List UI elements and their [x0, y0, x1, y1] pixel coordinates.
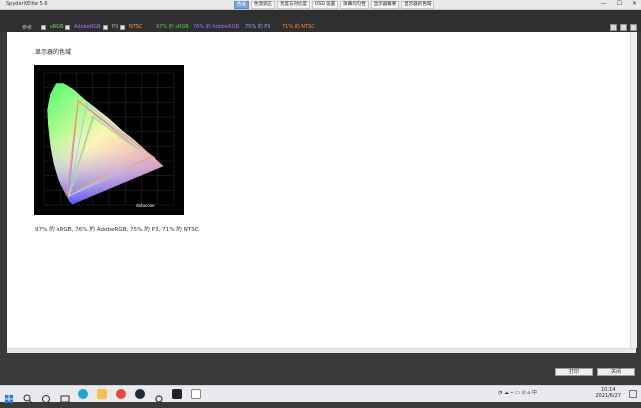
notification-icon[interactable] — [629, 390, 637, 398]
checkbox-adobergb[interactable] — [65, 24, 70, 30]
window-controls: — ☐ ✕ — [601, 0, 637, 7]
clock[interactable]: 10:14 2021/6/27 — [595, 387, 621, 399]
gamut-point-ntsc — [151, 155, 154, 158]
app-title: SpyderXElite 5.6 — [6, 1, 48, 7]
gamut-point-display — [93, 114, 96, 117]
fullscreen-icon[interactable] — [630, 24, 637, 31]
camera-icon[interactable] — [172, 389, 182, 399]
settings-icon[interactable] — [154, 389, 164, 403]
file-explorer-icon[interactable] — [97, 389, 107, 399]
menu-tab-1[interactable]: 色温调正 — [251, 1, 275, 9]
page-title: 显示器的色域 — [35, 49, 72, 56]
title-bar: SpyderXElite 5.6 色准 色温调正 亮度与对比度 OSD 设置 屏幕均匀性… — [0, 0, 641, 10]
tray-icons[interactable]: ◔ ☁ ⌁ ▭ ⊙ ⌂ 中 — [498, 389, 537, 396]
gamut-point-display — [68, 194, 71, 197]
zoom-icon[interactable] — [610, 24, 617, 31]
legend-label-ntsc: NTSC — [129, 24, 143, 30]
clock-date: 2021/6/27 — [595, 393, 621, 399]
stat-p3: 75% 的 P3 — [245, 24, 271, 30]
legend-label-reference: 参考 — [22, 25, 33, 31]
spyder-app-icon[interactable] — [191, 389, 201, 399]
steam-icon[interactable] — [135, 389, 145, 399]
chrome-icon[interactable] — [116, 389, 126, 399]
maximize-icon[interactable]: ☐ — [617, 0, 622, 7]
view-tools — [610, 24, 637, 31]
legend-item-adobergb[interactable]: AdobeRGB — [65, 24, 101, 30]
menu-tab-6[interactable]: 显示器的色域 — [401, 1, 435, 9]
menu-tab-5[interactable]: 显示器概要 — [370, 1, 400, 9]
report-panel: 显示器的色域 datacolor 97% 的 sRGB, 76% 的 Adobe… — [7, 32, 630, 348]
gamut-chart: datacolor — [34, 65, 184, 215]
checkbox-ntsc[interactable] — [120, 24, 125, 30]
legend-item-reference[interactable]: 参考 — [22, 24, 32, 31]
spectral-locus-shade — [47, 83, 164, 205]
menu-tab-0[interactable]: 色准 — [234, 1, 249, 9]
widgets-icon[interactable] — [60, 389, 70, 403]
legend-label-p3: P3 — [112, 24, 119, 30]
gamut-point-ntsc — [65, 192, 68, 195]
chart-logo: datacolor — [136, 203, 155, 208]
close-icon[interactable]: ✕ — [632, 0, 637, 7]
legend-item-p3[interactable]: P3 — [103, 24, 118, 30]
legend-label-srgb: sRGB — [50, 24, 64, 30]
menu-tab-4[interactable]: 屏幕均匀性 — [340, 1, 369, 9]
edge-icon[interactable] — [78, 389, 88, 399]
taskbar: ◔ ☁ ⌁ ▭ ⊙ ⌂ 中 10:14 2021/6/27 — [0, 385, 641, 404]
legend-item-ntsc[interactable]: NTSC — [120, 24, 142, 30]
gamut-summary: 97% 的 sRGB, 76% 的 AdobeRGB, 75% 的 P3, 71… — [35, 227, 199, 233]
legend-item-srgb[interactable]: sRGB — [41, 24, 63, 30]
stat-adobergb: 76% 的 AdobeRGB — [193, 24, 239, 30]
stat-srgb: 97% 的 sRGB — [156, 24, 189, 30]
export-icon[interactable] — [620, 24, 627, 31]
checkbox-srgb[interactable] — [41, 24, 46, 30]
menu-tab-3[interactable]: OSD 设置 — [312, 1, 339, 9]
dialog-footer: 打印 关闭 — [0, 353, 641, 385]
print-button[interactable]: 打印 — [555, 368, 593, 376]
main-menu: 色准 色温调正 亮度与对比度 OSD 设置 屏幕均匀性 显示器概要 显示器的色域 — [234, 1, 435, 9]
task-view-icon[interactable] — [41, 389, 51, 403]
stat-ntsc: 71% 的 NTSC — [282, 24, 315, 30]
gamut-svg: datacolor — [43, 72, 175, 208]
legend-bar: 参考 sRGB AdobeRGB P3 NTSC 97% 的 sRGB 76% … — [0, 10, 641, 32]
search-icon[interactable] — [23, 389, 33, 404]
close-button[interactable]: 关闭 — [597, 368, 635, 376]
gamut-point-display — [147, 155, 149, 158]
gamut-point-p3 — [86, 102, 88, 105]
checkbox-p3[interactable] — [103, 24, 108, 30]
menu-tab-2[interactable]: 亮度与对比度 — [277, 1, 310, 9]
minimize-icon[interactable]: — — [601, 0, 607, 7]
gamut-point-p3 — [153, 157, 156, 159]
legend-label-adobergb: AdobeRGB — [74, 24, 101, 30]
vertical-scrollbar[interactable] — [630, 32, 637, 348]
windows-start-icon[interactable] — [4, 389, 14, 403]
gamut-point-ntsc — [77, 99, 80, 102]
